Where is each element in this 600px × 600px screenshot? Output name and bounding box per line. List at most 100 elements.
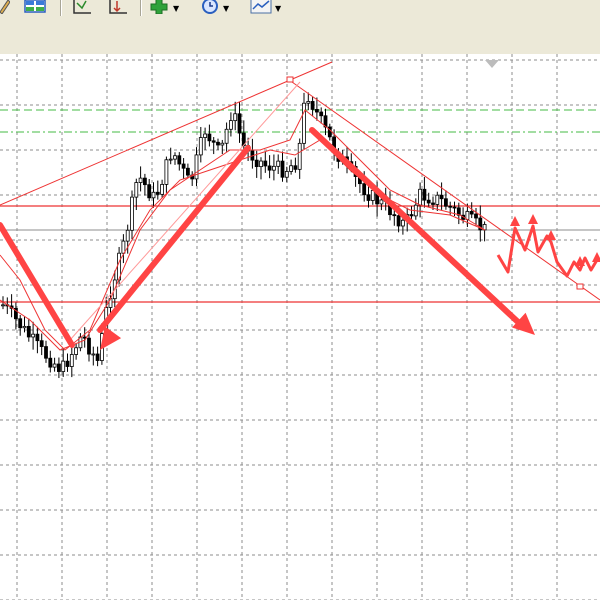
candle-body [198, 137, 203, 156]
candle-body [409, 214, 414, 217]
candle-body [284, 171, 289, 178]
candle-body [370, 190, 375, 201]
autoscroll-button[interactable] [106, 0, 128, 16]
candle-body [142, 177, 147, 186]
tile-windows-button[interactable] [24, 0, 46, 16]
candle-body [362, 183, 367, 196]
candle-body [1, 304, 5, 307]
candle-body [121, 240, 126, 254]
candle-body [31, 333, 36, 338]
chart-toolbar: ▼ ▼ ▼ [0, 0, 600, 19]
candle-body [69, 354, 74, 367]
candle-body [392, 214, 397, 217]
candle-body [267, 165, 272, 171]
candle-body [431, 202, 435, 205]
candle-body [138, 177, 143, 183]
candle-body [293, 165, 298, 170]
candle-body [211, 140, 216, 143]
candle-body [177, 155, 182, 165]
candle-body [280, 160, 285, 178]
candle-body [216, 141, 220, 146]
candle-body [220, 142, 225, 146]
candle-body [474, 213, 478, 219]
period-clock-icon [200, 0, 220, 18]
candle-body [39, 340, 44, 347]
candle-body [396, 215, 401, 227]
candle-body [65, 360, 70, 367]
candle-body [289, 165, 294, 172]
trend-line-channel [291, 81, 600, 301]
candle-body [95, 353, 100, 361]
candle-body [160, 184, 165, 195]
add-indicator-button[interactable]: ▼ [150, 0, 179, 16]
period-button[interactable]: ▼ [200, 0, 229, 16]
toolbar-separator [140, 0, 141, 16]
candle-body [18, 318, 23, 329]
candle-body [26, 325, 31, 338]
candle-body [297, 142, 302, 170]
candle-body [57, 363, 61, 372]
chart-canvas [0, 54, 600, 600]
candle-body [319, 111, 324, 117]
pencil-button[interactable] [0, 0, 11, 18]
candle-body [207, 133, 212, 142]
candle-body [435, 194, 440, 205]
candle-body [164, 159, 169, 185]
candle-body [168, 158, 173, 161]
chevron-down-icon: ▼ [223, 3, 230, 13]
candle-body [263, 160, 268, 167]
candle-body [87, 337, 91, 355]
candle-body [418, 188, 423, 206]
candle-body [276, 160, 281, 167]
trend-line-fan [69, 81, 301, 341]
candle-body [173, 155, 177, 160]
candle-body [91, 353, 96, 356]
candle-body [155, 191, 160, 195]
candle-body [233, 113, 238, 122]
candle-body [469, 211, 474, 215]
toolbar-background [0, 18, 600, 54]
candle-body [379, 199, 384, 205]
arrow-up-shaft [97, 145, 251, 333]
candle-body [310, 101, 315, 110]
candle-body [366, 194, 371, 201]
candle-body [151, 191, 156, 199]
candle-body [228, 120, 233, 130]
autoscroll-icon [106, 0, 128, 18]
candle-body [439, 194, 444, 200]
candle-body [443, 198, 448, 207]
candle-body [224, 128, 229, 144]
chevron-down-icon: ▼ [173, 3, 180, 13]
candle-body [48, 357, 53, 368]
template-icon [250, 0, 272, 18]
forecast-arrowhead [528, 214, 538, 224]
candle-body [422, 188, 427, 201]
forecast-arrowhead [592, 252, 600, 262]
candle-body [44, 346, 48, 359]
candle-body [130, 196, 134, 231]
toolbar-separator [60, 0, 61, 16]
forecast-zigzag [496, 224, 599, 278]
candle-body [74, 347, 78, 355]
candle-body [237, 113, 242, 134]
candle-body [203, 133, 208, 138]
arrow-down-right-shaft [309, 127, 521, 325]
candle-body [259, 160, 263, 168]
candle-body [147, 184, 152, 199]
candle-body [448, 205, 453, 208]
candle-body [22, 325, 27, 329]
candle-body [35, 333, 40, 342]
candle-body [185, 167, 190, 176]
trend-line-handle [286, 76, 294, 83]
add-indicator-icon [150, 0, 170, 18]
template-button[interactable]: ▼ [250, 0, 281, 16]
chart-shift-icon [70, 0, 92, 18]
trend-line-handle [576, 283, 584, 290]
pencil-icon [0, 0, 11, 18]
chart-shift-button[interactable] [70, 0, 92, 16]
price-chart[interactable] [0, 54, 600, 600]
candle-body [452, 206, 457, 209]
candle-body [181, 163, 186, 169]
candle-body [271, 165, 276, 171]
candle-body [306, 101, 311, 104]
